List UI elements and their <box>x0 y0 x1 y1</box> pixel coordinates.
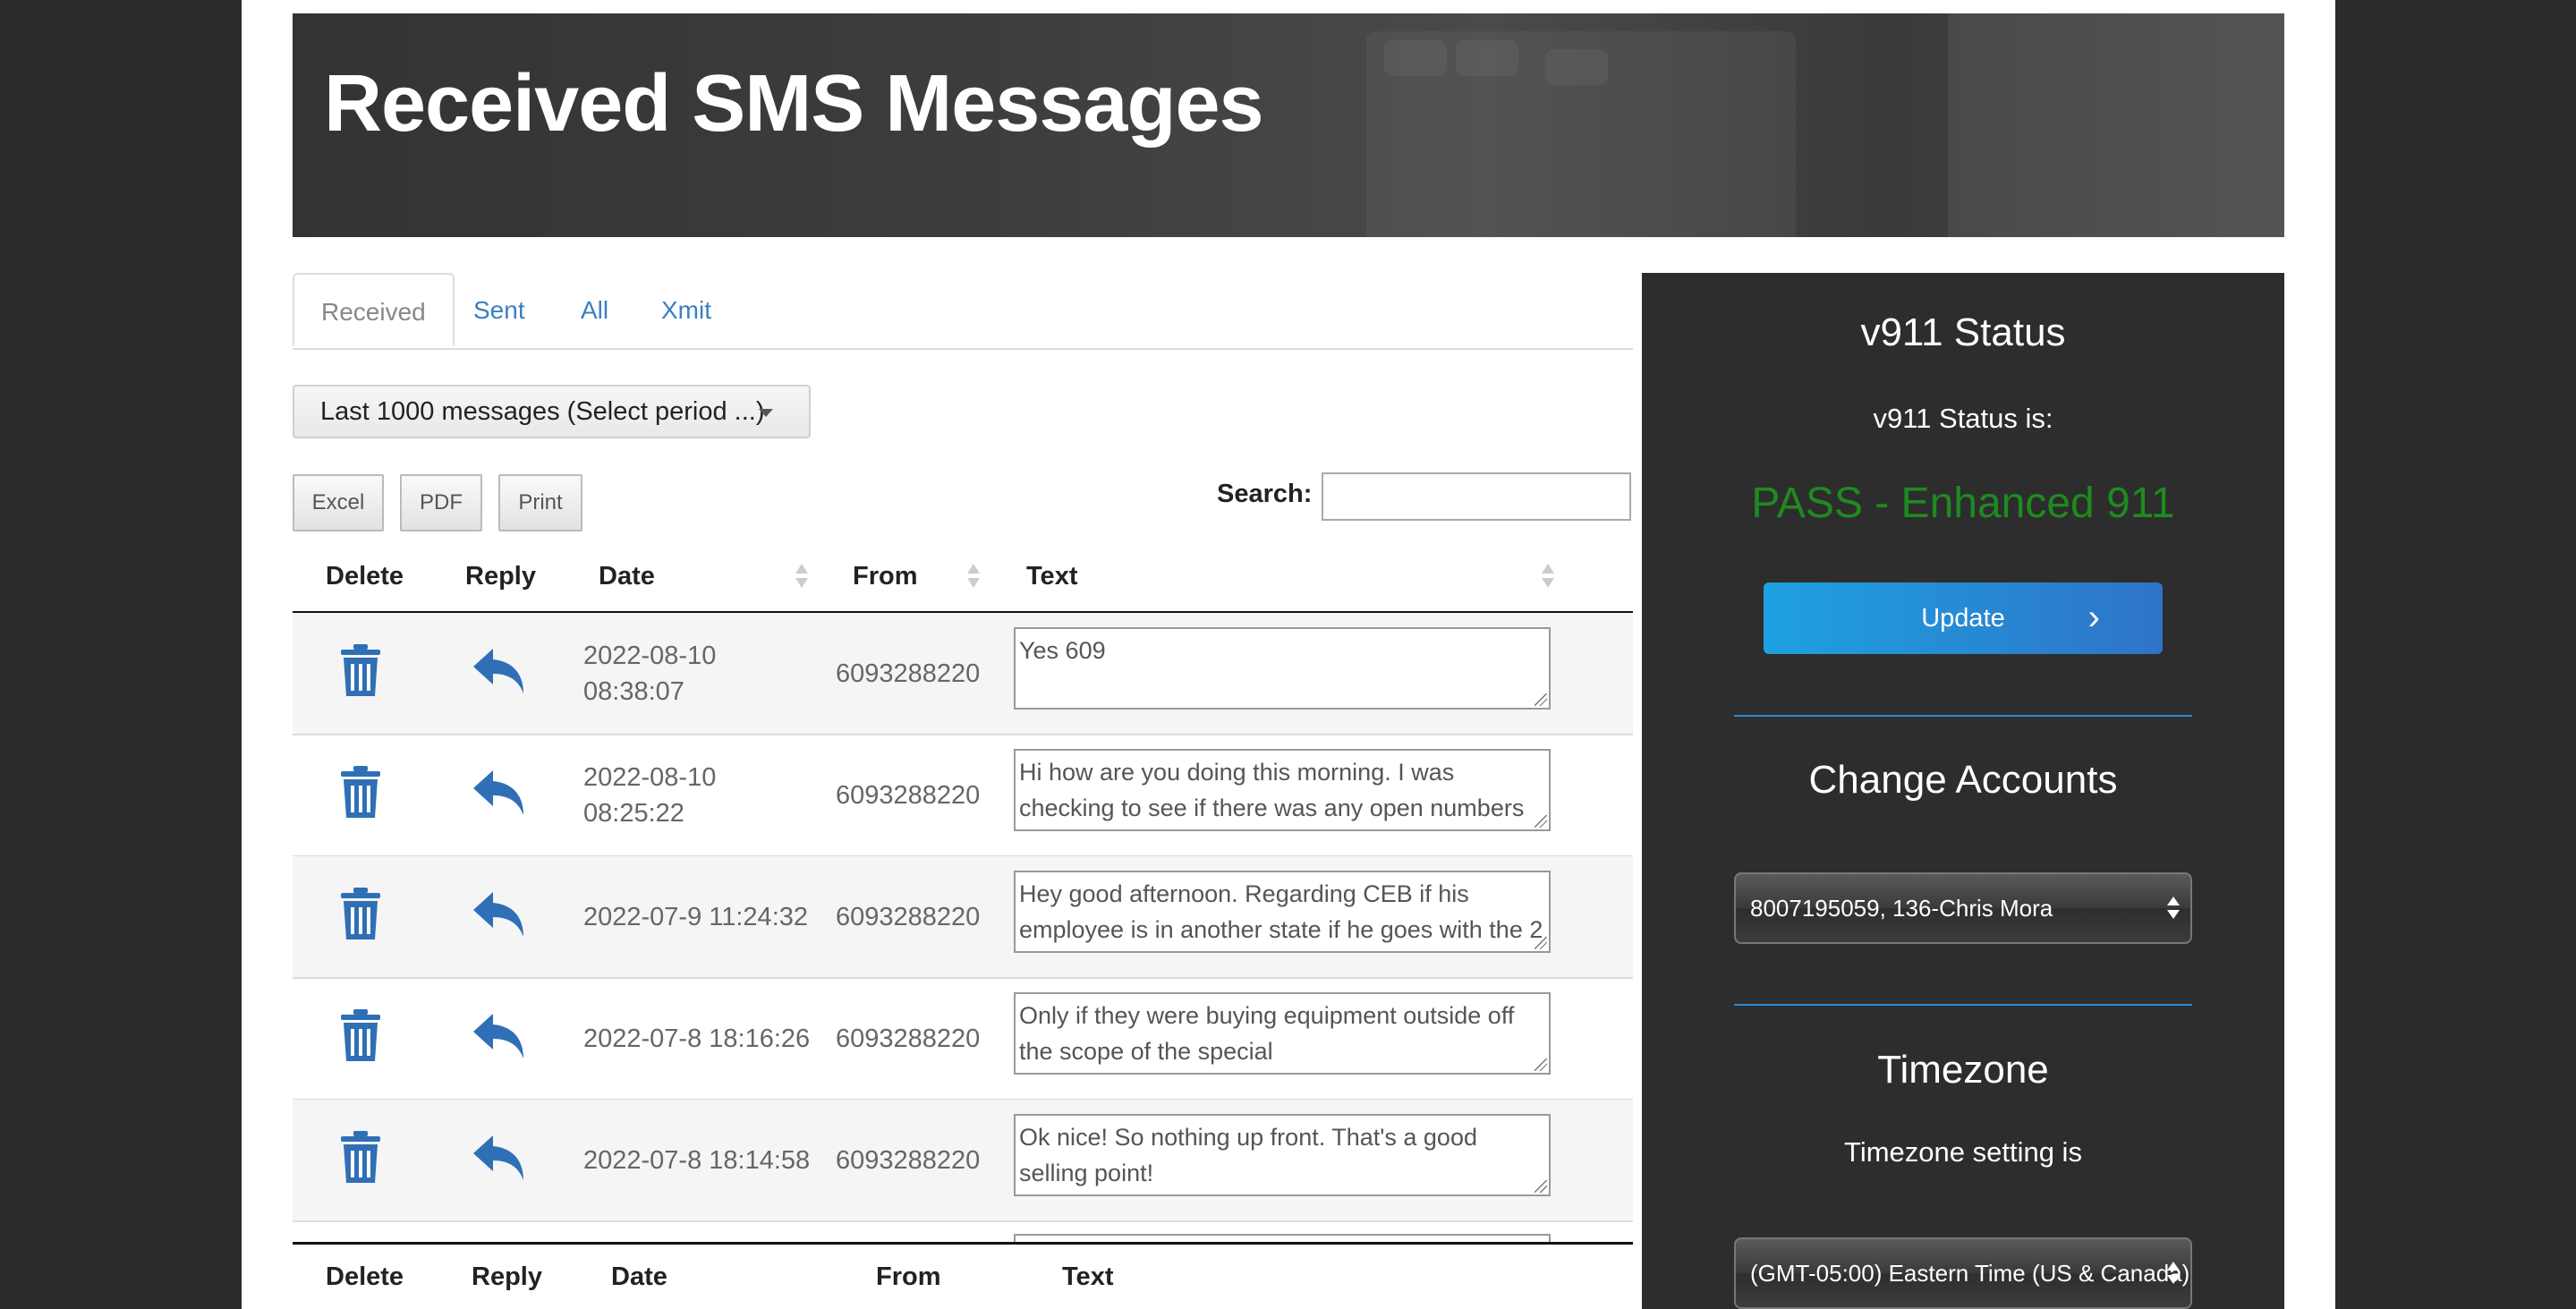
pdf-button[interactable]: PDF <box>400 474 482 531</box>
reply-icon[interactable] <box>472 890 527 939</box>
reply-icon[interactable] <box>472 1134 527 1182</box>
message-date: 2022-08-10 08:25:22 <box>583 763 717 828</box>
trash-icon[interactable] <box>339 1009 382 1063</box>
resize-grip-icon[interactable] <box>1535 815 1547 828</box>
column-header-reply: Reply <box>465 562 536 591</box>
search-label: Search: <box>1217 480 1313 508</box>
message-from: 6093288220 <box>836 1024 981 1053</box>
status-label: v911 Status is: <box>1873 403 2053 434</box>
reply-icon[interactable] <box>472 1012 527 1060</box>
tab-sent[interactable]: Sent <box>473 273 525 348</box>
sort-text-icon[interactable] <box>1542 564 1554 591</box>
message-text[interactable]: Only if they were buying equipment outsi… <box>1014 992 1551 1075</box>
trash-icon[interactable] <box>339 766 382 820</box>
table-row: 2022-08-10 08:25:22 6093288220 Hi how ar… <box>293 735 1633 857</box>
message-text[interactable]: Hi how are you doing this morning. I was… <box>1014 749 1551 831</box>
message-from: 6093288220 <box>836 659 981 688</box>
resize-grip-icon[interactable] <box>1535 937 1547 949</box>
resize-grip-icon[interactable] <box>1535 1058 1547 1071</box>
message-from: 6093288220 <box>836 781 981 810</box>
select-arrows-icon <box>2167 894 2180 921</box>
column-header-text[interactable]: Text <box>1026 541 1077 611</box>
table-row: 2022-07-8 18:16:26 6093288220 Only if th… <box>293 978 1633 1101</box>
sidebar-panel: v911 Status v911 Status is: PASS - Enhan… <box>1642 273 2284 1309</box>
footer-from: From <box>876 1262 941 1291</box>
footer-reply: Reply <box>472 1262 542 1291</box>
column-header-delete: Delete <box>326 562 404 591</box>
table-header: Delete Reply Date From Text <box>293 541 1633 614</box>
divider <box>1734 1004 2192 1006</box>
status-value: PASS - Enhanced 911 <box>1751 480 2175 527</box>
table-row: 2022-07-8 18:14:58 6093288220 Ok nice! S… <box>293 1100 1633 1222</box>
period-dropdown-label: Last 1000 messages (Select period ...) <box>320 397 765 426</box>
print-button[interactable]: Print <box>498 474 582 531</box>
message-date: 2022-07-9 11:24:32 <box>583 903 809 931</box>
page-title: Received SMS Messages <box>324 59 1264 149</box>
excel-button[interactable]: Excel <box>293 474 384 531</box>
trash-icon[interactable] <box>339 888 382 941</box>
tab-all[interactable]: All <box>581 273 608 348</box>
account-select[interactable]: 8007195059, 136-Chris Mora <box>1734 872 2192 944</box>
column-header-date[interactable]: Date <box>599 541 655 611</box>
message-date: 2022-07-8 18:16:26 <box>583 1024 811 1053</box>
message-from: 6093288220 <box>836 903 981 931</box>
timezone-select[interactable]: (GMT-05:00) Eastern Time (US & Canada) <box>1734 1237 2192 1309</box>
resize-grip-icon[interactable] <box>1535 693 1547 706</box>
sort-date-icon[interactable] <box>795 564 808 591</box>
tab-xmit[interactable]: Xmit <box>661 273 711 348</box>
resize-grip-icon[interactable] <box>1535 1180 1547 1193</box>
search-input[interactable] <box>1322 472 1631 521</box>
reply-icon[interactable] <box>472 647 527 695</box>
table-row: 2022-07-9 11:24:32 6093288220 Hey good a… <box>293 856 1633 979</box>
update-button[interactable]: Update › <box>1764 582 2163 654</box>
accounts-title: Change Accounts <box>1808 758 2118 802</box>
message-text[interactable]: Yes 609 <box>1014 627 1551 710</box>
select-arrows-icon <box>2167 1259 2180 1286</box>
tab-received[interactable]: Received <box>293 273 455 346</box>
chevron-right-icon: › <box>2087 598 2100 637</box>
table-row: 2022-08-10 08:38:07 6093288220 Yes 609 <box>293 613 1633 735</box>
page-container: Received SMS Messages Received Sent All … <box>242 0 2335 1309</box>
timezone-title: Timezone <box>1877 1048 2049 1092</box>
reply-icon[interactable] <box>472 769 527 817</box>
message-text[interactable]: Hey good afternoon. Regarding CEB if his… <box>1014 871 1551 953</box>
trash-icon[interactable] <box>339 644 382 698</box>
trash-icon[interactable] <box>339 1131 382 1185</box>
column-header-from[interactable]: From <box>853 541 918 611</box>
period-dropdown[interactable]: Last 1000 messages (Select period ...) <box>293 385 811 438</box>
table-footer: Delete Reply Date From Text <box>293 1242 1633 1309</box>
status-title: v911 Status <box>1860 310 2066 354</box>
message-date: 2022-07-8 18:14:58 <box>583 1146 811 1175</box>
message-date: 2022-08-10 08:38:07 <box>583 642 717 706</box>
divider <box>1734 715 2192 717</box>
header-banner: Received SMS Messages <box>293 13 2284 237</box>
timezone-label: Timezone setting is <box>1844 1136 2082 1168</box>
footer-text: Text <box>1062 1262 1114 1291</box>
message-from: 6093288220 <box>836 1146 981 1175</box>
footer-date: Date <box>611 1262 667 1291</box>
caret-down-icon <box>759 409 773 417</box>
sort-from-icon[interactable] <box>967 564 980 591</box>
message-tabs: Received Sent All Xmit <box>293 273 1633 350</box>
message-text[interactable]: Ok nice! So nothing up front. That's a g… <box>1014 1114 1551 1196</box>
footer-delete: Delete <box>326 1262 404 1291</box>
